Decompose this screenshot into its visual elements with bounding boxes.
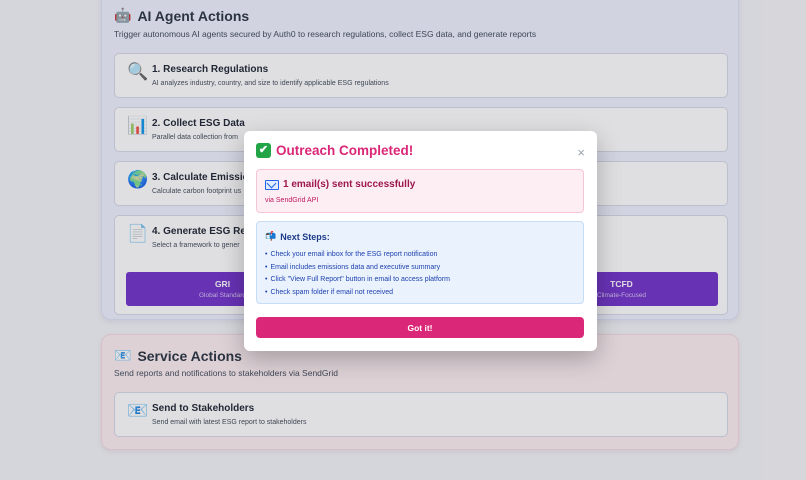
check-mark-icon: ✔ <box>256 143 271 158</box>
success-message-box: 1 email(s) sent successfully via SendGri… <box>256 169 584 213</box>
list-item: Email includes emissions data and execut… <box>265 262 450 275</box>
outreach-completed-dialog: ✔ Outreach Completed! × 1 email(s) sent … <box>244 131 597 351</box>
next-steps-title: Next Steps: <box>280 231 330 242</box>
mailbox-icon: 📬 <box>265 231 277 241</box>
page: 🤖 AI Agent Actions Trigger autonomous AI… <box>0 0 806 480</box>
list-item: Check spam folder if email not received <box>265 287 450 300</box>
next-steps-box: 📬 Next Steps: Check your email inbox for… <box>256 221 584 304</box>
got-it-button[interactable]: Got it! <box>256 317 584 338</box>
envelope-icon <box>265 179 279 190</box>
close-icon[interactable]: × <box>577 145 585 160</box>
list-item: Check your email inbox for the ESG repor… <box>265 249 450 262</box>
modal-title: ✔ Outreach Completed! <box>256 143 413 158</box>
next-steps-list: Check your email inbox for the ESG repor… <box>265 249 450 299</box>
success-title: 1 email(s) sent successfully <box>283 179 416 190</box>
success-subtitle: via SendGrid API <box>265 197 319 204</box>
list-item: Click "View Full Report" button in email… <box>265 274 450 287</box>
